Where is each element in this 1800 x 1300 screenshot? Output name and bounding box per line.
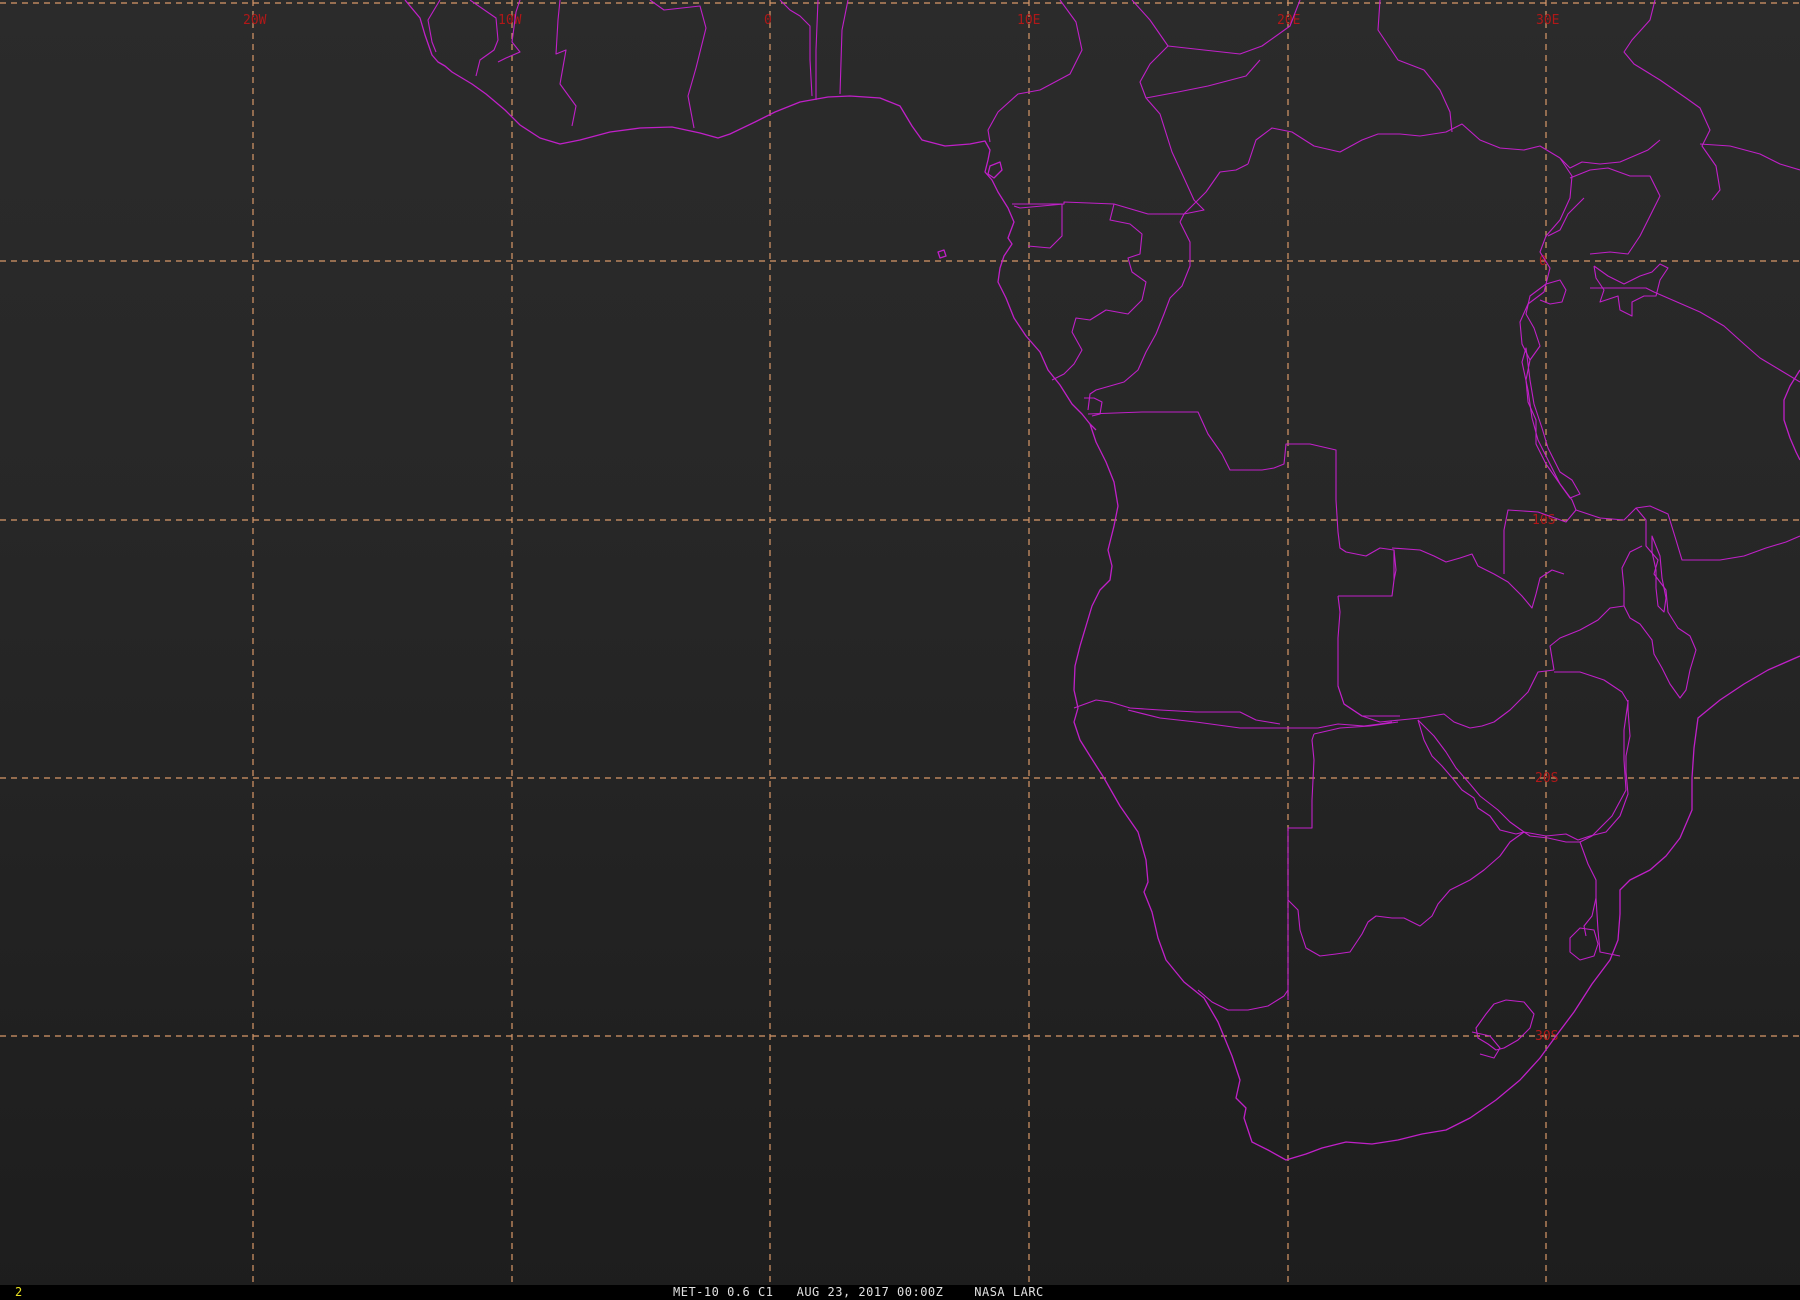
border-wa-2	[469, 0, 499, 77]
border-ethiopia	[1623, 0, 1721, 201]
border-lake-tanganyika	[1521, 347, 1581, 499]
lon-label-30e: 30E	[1536, 13, 1559, 28]
border-angola-drc	[1087, 411, 1395, 580]
border-drc-zambia-2	[1391, 547, 1565, 609]
border-sudan	[1377, 0, 1453, 133]
border-cameroon-car	[1131, 0, 1205, 223]
coastline-west-africa	[404, 0, 1097, 431]
coastline-sao-tome	[937, 249, 947, 259]
border-zambia-malawi	[1549, 605, 1625, 671]
border-gabon-congo	[1051, 203, 1147, 381]
border-namibia-botswana-east	[1287, 733, 1315, 1000]
image-info-text: MET-10 0.6 C1 AUG 23, 2017 00:00Z NASA L…	[673, 1285, 1044, 1299]
lon-label-10e: 10E	[1017, 13, 1040, 28]
border-wa-5	[649, 0, 707, 129]
border-wa-8	[839, 0, 849, 95]
graticule-latitude	[0, 2, 1800, 1037]
border-mozambique-sa-east	[1595, 897, 1621, 957]
status-bar: 2 MET-10 0.6 C1 AUG 23, 2017 00:00Z NASA…	[0, 1285, 1800, 1300]
coastline-east-africa	[1783, 369, 1800, 461]
border-zimbabwe	[1417, 700, 1631, 841]
border-botswana-sa	[1287, 831, 1525, 957]
border-mozambique-west	[1579, 701, 1629, 843]
coastline-southwest-africa	[1073, 423, 1800, 1161]
border-s-sudan	[1559, 139, 1661, 169]
satellite-map-view: 20W 10W 0 10E 20E 30E 0 10S 20S 30S 2 ME…	[0, 0, 1800, 1300]
border-congo-drc	[1087, 221, 1191, 411]
border-gabon-eq-guinea	[1012, 203, 1063, 249]
border-lesotho	[1475, 999, 1535, 1051]
border-kenya-tanzania	[1590, 287, 1800, 383]
border-tanzania-malawi	[1575, 505, 1800, 561]
border-botswana-zim	[1417, 719, 1525, 835]
map-canvas: 20W 10W 0 10E 20E 30E 0 10S 20S 30S	[0, 0, 1800, 1285]
border-wa-7	[815, 0, 819, 100]
graticule-longitude	[252, 0, 1547, 1285]
border-car-drc	[1247, 123, 1561, 165]
border-caprivi	[1127, 709, 1393, 729]
border-namibia-sa	[1197, 989, 1289, 1011]
lon-label-0: 0	[764, 13, 772, 28]
border-zambia-south	[1337, 669, 1555, 729]
border-lake-victoria	[1593, 263, 1669, 317]
coastlines	[404, 0, 1800, 1161]
border-wa-6	[779, 0, 813, 97]
lat-label-20s: 20S	[1535, 771, 1558, 786]
country-borders	[427, 0, 1800, 1059]
coastline-bioko	[987, 161, 1003, 179]
border-malawi	[1621, 507, 1697, 699]
border-kenya-n	[1699, 143, 1800, 171]
frame-number: 2	[15, 1285, 23, 1299]
lon-label-10w: 10W	[498, 13, 522, 28]
border-car-south	[1183, 163, 1249, 215]
lon-label-20e: 20E	[1277, 13, 1300, 28]
border-lake-albert	[1547, 197, 1585, 237]
border-botswana-north	[1313, 721, 1399, 735]
border-zimbabwe-sa	[1523, 831, 1597, 937]
border-drc-zambia	[1338, 549, 1397, 597]
lat-label-10s: 10S	[1532, 513, 1555, 528]
border-angola-zambia	[1337, 595, 1400, 717]
border-wa-3	[497, 0, 521, 63]
border-uganda	[1569, 167, 1661, 255]
border-zambia-mozambique	[1554, 671, 1629, 703]
latitude-labels: 0 10S 20S 30S	[1532, 254, 1558, 1044]
lon-label-20w: 20W	[243, 13, 267, 28]
border-wa-1	[427, 0, 441, 53]
border-wa-4	[555, 0, 577, 127]
border-eswatini	[1569, 927, 1599, 961]
longitude-labels: 20W 10W 0 10E 20E 30E	[243, 13, 1559, 28]
border-car-north	[1145, 59, 1261, 99]
